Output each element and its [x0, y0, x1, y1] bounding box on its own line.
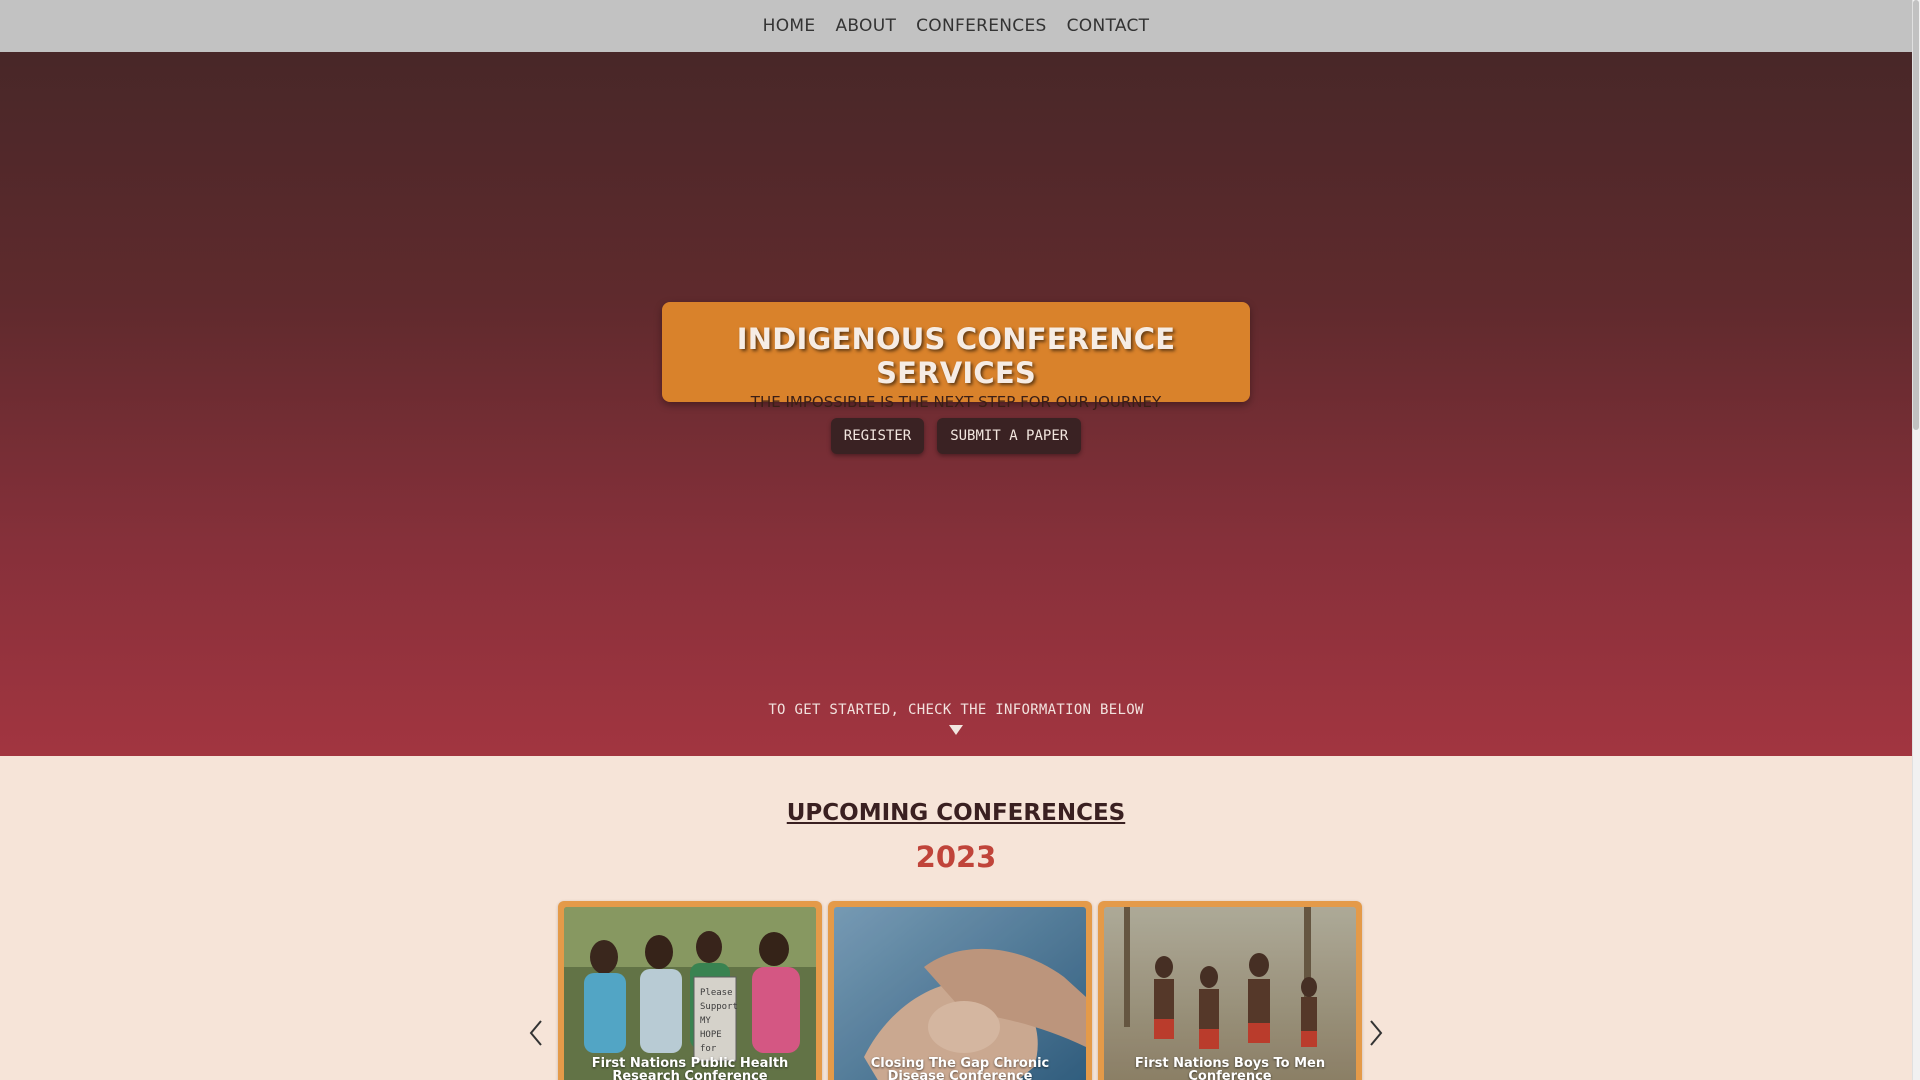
conference-card[interactable]: Closing The Gap Chronic Disease Conferen… — [828, 901, 1092, 1080]
upcoming-conferences-title: UPCOMING CONFERENCES — [786, 800, 1126, 826]
upcoming-year: 2023 — [915, 840, 997, 874]
nav-conferences[interactable]: CONFERENCES — [916, 16, 1046, 36]
card-title: First Nations Public Health Research Con… — [591, 1056, 789, 1080]
hero-subtitle: THE IMPOSSIBLE IS THE NEXT STEP FOR OUR … — [750, 393, 1162, 411]
nav-about[interactable]: ABOUT — [835, 16, 896, 36]
conference-card[interactable]: First Nations Boys To Men Conference — [1098, 901, 1362, 1080]
hero-banner: INDIGENOUS CONFERENCE SERVICES THE IMPOS… — [662, 302, 1250, 411]
top-nav: HOME ABOUT CONFERENCES CONTACT — [0, 0, 1912, 52]
hero-buttons: REGISTER SUBMIT A PAPER — [0, 418, 1912, 454]
hero-title: INDIGENOUS CONFERENCE SERVICES — [736, 322, 1176, 390]
card-title: Closing The Gap Chronic Disease Conferen… — [870, 1056, 1050, 1080]
chevron-left-icon[interactable] — [524, 1018, 548, 1048]
conference-card[interactable]: Please Support MY HOPE for First Nations… — [558, 901, 822, 1080]
triangle-down-icon[interactable] — [949, 725, 963, 735]
get-started-text: TO GET STARTED, CHECK THE INFORMATION BE… — [768, 702, 1144, 718]
vertical-scrollbar[interactable] — [1912, 0, 1920, 1080]
nav-home[interactable]: HOME — [763, 16, 816, 36]
dancers-photo: First Nations Boys To Men Conference — [1104, 907, 1356, 1080]
page: HOME ABOUT CONFERENCES CONTACT INDIGENOU… — [0, 0, 1920, 1080]
hero-section: INDIGENOUS CONFERENCE SERVICES THE IMPOS… — [0, 52, 1912, 756]
holding-hands-photo: Closing The Gap Chronic Disease Conferen… — [834, 907, 1086, 1080]
register-button[interactable]: REGISTER — [830, 418, 925, 454]
card-title: First Nations Boys To Men Conference — [1134, 1056, 1326, 1080]
submit-paper-button[interactable]: SUBMIT A PAPER — [937, 418, 1082, 454]
chevron-right-icon[interactable] — [1364, 1018, 1388, 1048]
scrollbar-thumb[interactable] — [1913, 0, 1919, 430]
nav-contact[interactable]: CONTACT — [1067, 16, 1150, 36]
group-of-women-photo: Please Support MY HOPE for First Nations… — [564, 907, 816, 1080]
